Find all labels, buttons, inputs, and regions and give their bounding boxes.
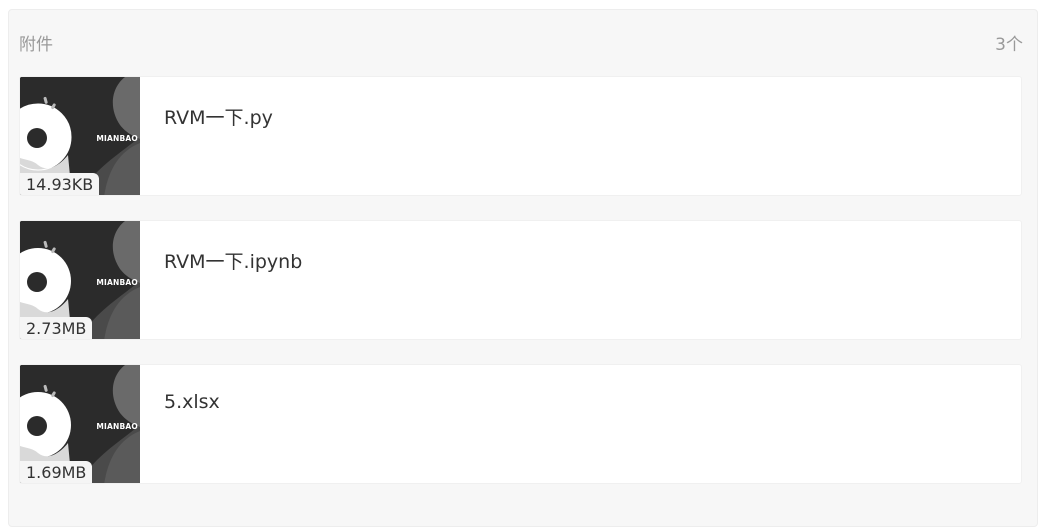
attachments-title: 附件 [19, 35, 53, 55]
file-name[interactable]: RVM一下.ipynb [164, 247, 302, 274]
file-name[interactable]: RVM一下.py [164, 103, 273, 130]
file-name[interactable]: 5.xlsx [164, 391, 220, 413]
brand-logo-text: MIANBAO [96, 422, 138, 431]
attachment-item[interactable]: MIANBAO 1.69MB 5.xlsx [19, 364, 1022, 484]
file-thumbnail: MIANBAO 14.93KB [20, 77, 140, 195]
attachment-item[interactable]: MIANBAO 2.73MB RVM一下.ipynb [19, 220, 1022, 340]
file-size-badge: 2.73MB [20, 317, 93, 339]
file-size-badge: 1.69MB [20, 461, 93, 483]
brand-logo-text: MIANBAO [96, 134, 138, 143]
file-thumbnail: MIANBAO 1.69MB [20, 365, 140, 483]
file-size-badge: 14.93KB [20, 173, 100, 195]
attachment-item[interactable]: MIANBAO 14.93KB RVM一下.py [19, 76, 1022, 196]
attachments-panel: 附件 3个 MIANBAO 14.93KB RVM一下.py MIANBAO 2… [8, 9, 1038, 527]
brand-logo-text: MIANBAO [96, 278, 138, 287]
attachments-header: 附件 3个 [9, 10, 1037, 70]
attachment-list: MIANBAO 14.93KB RVM一下.py MIANBAO 2.73MB … [19, 76, 1022, 508]
attachments-count: 3个 [995, 35, 1023, 55]
file-thumbnail: MIANBAO 2.73MB [20, 221, 140, 339]
